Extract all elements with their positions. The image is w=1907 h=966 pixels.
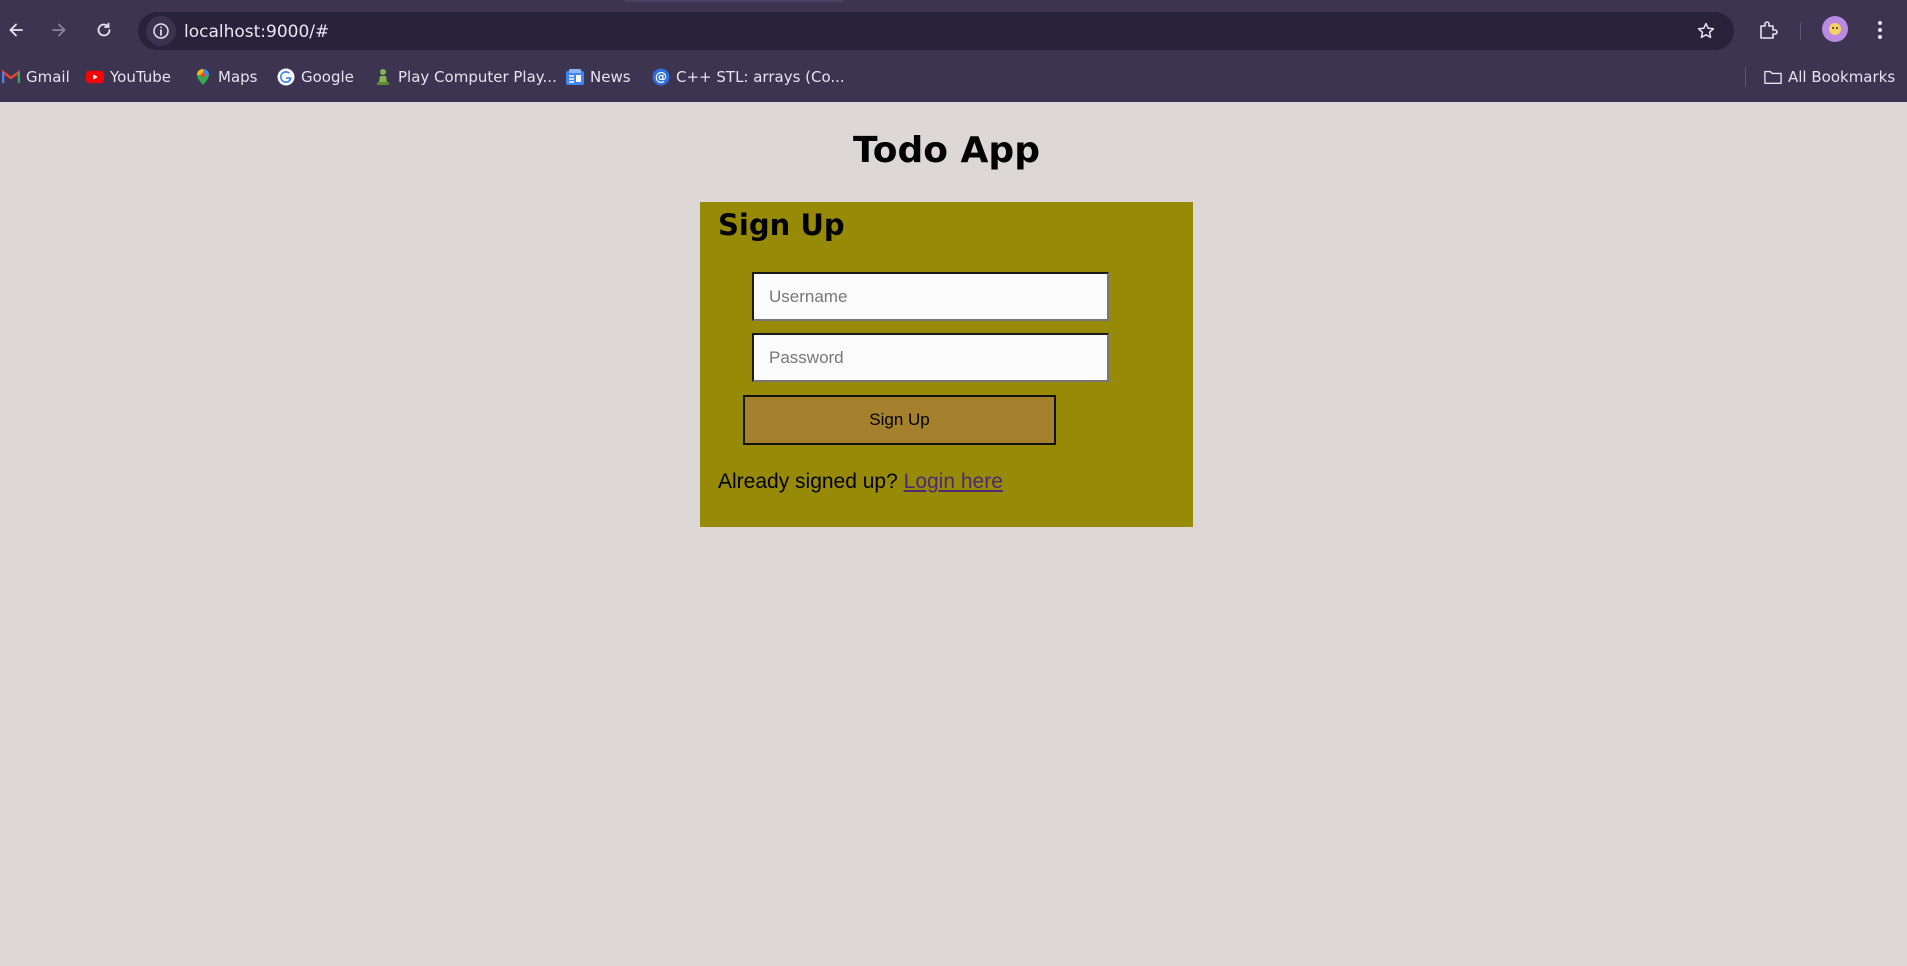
bookmark-google[interactable]: Google — [277, 64, 354, 90]
chess-pawn-icon — [374, 68, 392, 86]
bookmarks-separator — [1745, 67, 1746, 87]
signup-heading: Sign Up — [718, 208, 845, 242]
google-icon — [277, 68, 295, 86]
youtube-icon — [86, 68, 104, 86]
bookmark-youtube[interactable]: YouTube — [86, 64, 171, 90]
info-icon — [153, 23, 169, 39]
bookmark-star-button[interactable] — [1694, 19, 1718, 43]
bookmark-label: C++ STL: arrays (Co... — [676, 68, 845, 86]
login-prompt-text: Already signed up? — [718, 470, 898, 493]
username-input[interactable] — [752, 272, 1109, 321]
signup-card: Sign Up Sign Up Already signed up? Login… — [700, 202, 1193, 527]
address-bar[interactable]: localhost:9000/# — [138, 12, 1734, 50]
star-icon — [1697, 22, 1715, 39]
browser-chrome: localhost:9000/# Gmail YouTube Maps Goog… — [0, 0, 1907, 102]
forward-button[interactable] — [43, 14, 75, 46]
all-bookmarks-button[interactable]: All Bookmarks — [1764, 64, 1895, 90]
signup-button[interactable]: Sign Up — [743, 395, 1056, 445]
bookmark-label: Google — [301, 68, 354, 86]
folder-icon — [1764, 68, 1782, 86]
puzzle-icon — [1760, 21, 1778, 39]
bookmark-gmail[interactable]: Gmail — [2, 64, 70, 90]
login-prompt: Already signed up? Login here — [718, 470, 1003, 494]
svg-text:@: @ — [655, 70, 667, 84]
reload-icon — [97, 22, 111, 37]
bookmark-news[interactable]: News — [566, 64, 631, 90]
gmail-icon — [2, 68, 20, 86]
browser-menu-button[interactable] — [1866, 16, 1894, 44]
bookmarks-bar: Gmail YouTube Maps Google Play Computer … — [0, 60, 1907, 94]
reload-button[interactable] — [88, 14, 120, 46]
bookmark-play-computer[interactable]: Play Computer Play... — [374, 64, 557, 90]
back-button[interactable] — [0, 14, 32, 46]
extensions-button[interactable] — [1754, 16, 1782, 44]
at-sign-icon: @ — [652, 68, 670, 86]
password-input[interactable] — [752, 333, 1109, 382]
news-icon — [566, 68, 584, 86]
bookmark-label: News — [590, 68, 631, 86]
active-tab-indicator — [625, 0, 843, 2]
bookmark-label: Maps — [218, 68, 258, 86]
maps-icon — [194, 68, 212, 86]
url-text[interactable]: localhost:9000/# — [184, 22, 329, 42]
profile-avatar[interactable] — [1822, 16, 1848, 42]
site-info-button[interactable] — [146, 16, 176, 46]
arrow-right-icon — [52, 23, 66, 37]
bookmark-label: YouTube — [110, 68, 171, 86]
login-link[interactable]: Login here — [904, 470, 1003, 493]
bookmark-cpp-stl[interactable]: @ C++ STL: arrays (Co... — [652, 64, 845, 90]
browser-toolbar: localhost:9000/# — [0, 6, 1907, 54]
arrow-left-icon — [9, 23, 23, 37]
page-title: Todo App — [853, 130, 1040, 171]
more-vertical-icon — [1878, 21, 1882, 39]
all-bookmarks-label: All Bookmarks — [1788, 68, 1896, 86]
toolbar-separator — [1800, 22, 1801, 40]
bookmark-label: Play Computer Play... — [398, 68, 557, 86]
profile-icon — [1829, 23, 1841, 35]
bookmark-maps[interactable]: Maps — [194, 64, 257, 90]
bookmark-label: Gmail — [26, 68, 70, 86]
